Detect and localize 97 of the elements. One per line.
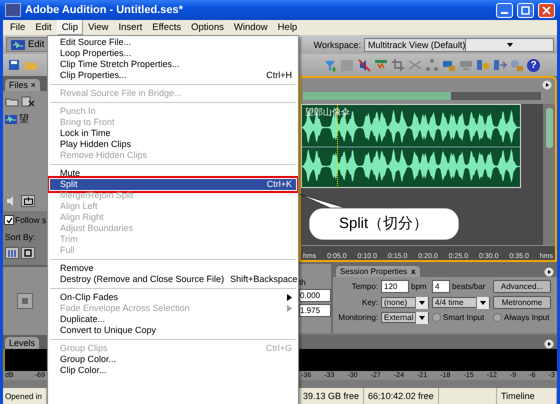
beats-field[interactable]: 4 xyxy=(432,280,450,293)
menu-item[interactable]: Edit Source File... xyxy=(50,37,296,48)
metronome-button[interactable]: Metronome xyxy=(493,296,551,309)
help-icon[interactable]: ? xyxy=(527,58,540,72)
stop-button[interactable] xyxy=(17,293,33,309)
minimize-button[interactable] xyxy=(496,2,513,18)
monitoring-label: Monitoring: xyxy=(337,313,378,322)
multitrack-button[interactable] xyxy=(5,247,19,259)
value-field[interactable]: 1.975 xyxy=(299,304,331,317)
menu-bar-item[interactable]: View xyxy=(83,20,114,35)
stop-icon xyxy=(22,298,28,304)
checkmark-icon xyxy=(6,216,12,224)
tempo-field[interactable]: 120 xyxy=(381,280,409,293)
menu-bar-item[interactable]: Effects xyxy=(147,20,186,35)
sort-label: Sort By: xyxy=(4,231,36,244)
square-icon xyxy=(24,249,32,257)
menu-item[interactable]: Play Hidden Clips xyxy=(50,139,296,150)
status-text: 66:10:42.02 free xyxy=(364,388,439,404)
minimize-icon xyxy=(501,12,508,14)
menu-bar-item[interactable]: Insert xyxy=(113,20,148,35)
smart-input-label: Smart Input xyxy=(443,313,484,322)
tracks-icon[interactable] xyxy=(374,58,388,72)
menu-bar-item[interactable]: Options xyxy=(186,20,229,35)
close-file-icon[interactable] xyxy=(21,94,35,108)
menu-item[interactable]: On-Clip Fades xyxy=(50,292,296,303)
bpm-label: bpm xyxy=(411,282,427,291)
bars-icon xyxy=(8,250,16,256)
filter-icon[interactable] xyxy=(323,58,337,72)
menu-item[interactable]: Convert to Unique Copy xyxy=(50,325,296,336)
wave-file-icon xyxy=(5,114,17,124)
follow-checkbox[interactable] xyxy=(4,215,14,225)
file-name[interactable]: 望 xyxy=(19,112,29,126)
app-icon xyxy=(5,3,21,17)
menu-item[interactable]: Mute xyxy=(50,168,296,179)
menu-item[interactable]: Remove xyxy=(50,263,296,274)
menu-item[interactable]: Destroy (Remove and Close Source File) Shift+Backspace xyxy=(50,274,296,285)
menu-bar-item[interactable]: Help xyxy=(272,20,302,35)
menu-item[interactable]: Loop Properties... xyxy=(50,48,296,59)
maximize-icon xyxy=(521,6,530,14)
panel-menu-icon[interactable] xyxy=(544,267,554,277)
levels-tab[interactable]: Levels xyxy=(5,337,40,349)
menu-bar-item[interactable]: Window xyxy=(228,20,273,35)
key-dropdown[interactable]: (none) xyxy=(381,297,429,308)
menu-item[interactable]: Clip Color... xyxy=(50,365,296,376)
panel-menu-icon[interactable] xyxy=(542,80,552,90)
always-input-radio[interactable] xyxy=(493,313,502,322)
save-icon[interactable] xyxy=(7,58,21,72)
maximize-button[interactable] xyxy=(517,2,534,18)
overview-scrollbar[interactable] xyxy=(303,92,541,100)
status-text: Timeline xyxy=(497,388,557,404)
monitor-icon[interactable] xyxy=(459,58,473,72)
menu-item[interactable]: Duplicate... xyxy=(50,314,296,325)
panel-menu-icon[interactable] xyxy=(544,339,554,349)
menu-bar-item[interactable]: File xyxy=(5,20,30,35)
arrow-right-icon[interactable] xyxy=(493,58,507,72)
monitoring-dropdown[interactable]: External xyxy=(381,312,429,323)
tray-icon xyxy=(24,197,32,205)
field-label: th xyxy=(299,278,307,287)
menu-bar-item[interactable]: Clip xyxy=(56,20,84,35)
smart-input-radio[interactable] xyxy=(432,313,441,322)
x-shape-icon[interactable] xyxy=(408,58,422,72)
nodes-icon[interactable] xyxy=(425,58,439,72)
beats-label: beats/bar xyxy=(452,282,486,291)
crop-icon[interactable] xyxy=(391,58,405,72)
files-tab[interactable]: Files × xyxy=(5,79,40,91)
playhead-line[interactable] xyxy=(337,104,338,188)
menu-item[interactable]: Group Color... xyxy=(50,354,296,365)
dropdown-arrow-icon xyxy=(506,42,513,46)
session-properties-tab[interactable]: Session Properties x xyxy=(336,266,420,277)
follow-label: Follow s xyxy=(15,215,46,225)
dropdown-arrow-icon xyxy=(419,316,425,320)
level-meter xyxy=(3,349,47,371)
menu-bar-item[interactable]: Edit xyxy=(30,20,57,35)
tempo-label: Tempo: xyxy=(350,282,378,291)
key-label: Key: xyxy=(360,298,378,307)
workspace-dropdown[interactable]: Multitrack View (Default) xyxy=(364,38,554,52)
menu-item[interactable]: Split Ctrl+K xyxy=(50,179,296,190)
always-input-label: Always Input xyxy=(504,313,550,322)
loop-button[interactable] xyxy=(21,247,35,259)
menu-item[interactable]: Lock in Time xyxy=(50,128,296,139)
speaker-muted-icon[interactable] xyxy=(357,58,371,72)
dropdown-arrow-icon xyxy=(480,300,486,304)
menu-item[interactable]: Clip Properties... Ctrl+H xyxy=(50,70,296,81)
workspace-label: Workspace: xyxy=(314,40,361,50)
insert-button[interactable] xyxy=(21,195,35,207)
value-field[interactable]: 0.000 xyxy=(299,289,331,302)
menu-item[interactable]: Clip Time Stretch Properties... xyxy=(50,59,296,70)
waveform-icon xyxy=(11,40,25,50)
edit-view-button[interactable]: Edit xyxy=(6,37,50,52)
window-title: Adobe Audition - Untitled.ses* xyxy=(25,4,184,16)
close-button[interactable] xyxy=(538,2,555,18)
dropdown-arrow-icon xyxy=(419,300,425,304)
vertical-scrollbar[interactable] xyxy=(543,104,555,245)
advanced-button[interactable]: Advanced... xyxy=(493,280,551,293)
time-signature-dropdown[interactable]: 4/4 time xyxy=(432,297,490,308)
callout-text: Split（切分） xyxy=(339,215,428,233)
close-icon xyxy=(542,6,551,14)
